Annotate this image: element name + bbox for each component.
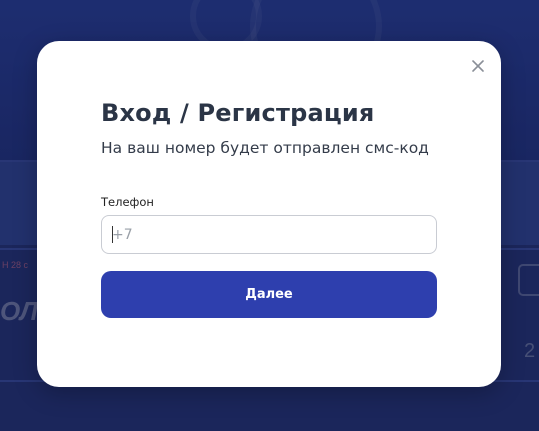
modal-subtitle: На ваш номер будет отправлен смс-код (101, 139, 429, 157)
close-button[interactable] (469, 57, 487, 75)
next-button[interactable]: Далее (101, 271, 437, 318)
phone-input[interactable] (101, 215, 437, 254)
login-modal: Вход / Регистрация На ваш номер будет от… (37, 41, 501, 387)
close-icon (472, 60, 484, 72)
phone-label: Телефон (101, 195, 154, 209)
modal-title: Вход / Регистрация (101, 99, 375, 127)
text-caret (112, 226, 113, 243)
